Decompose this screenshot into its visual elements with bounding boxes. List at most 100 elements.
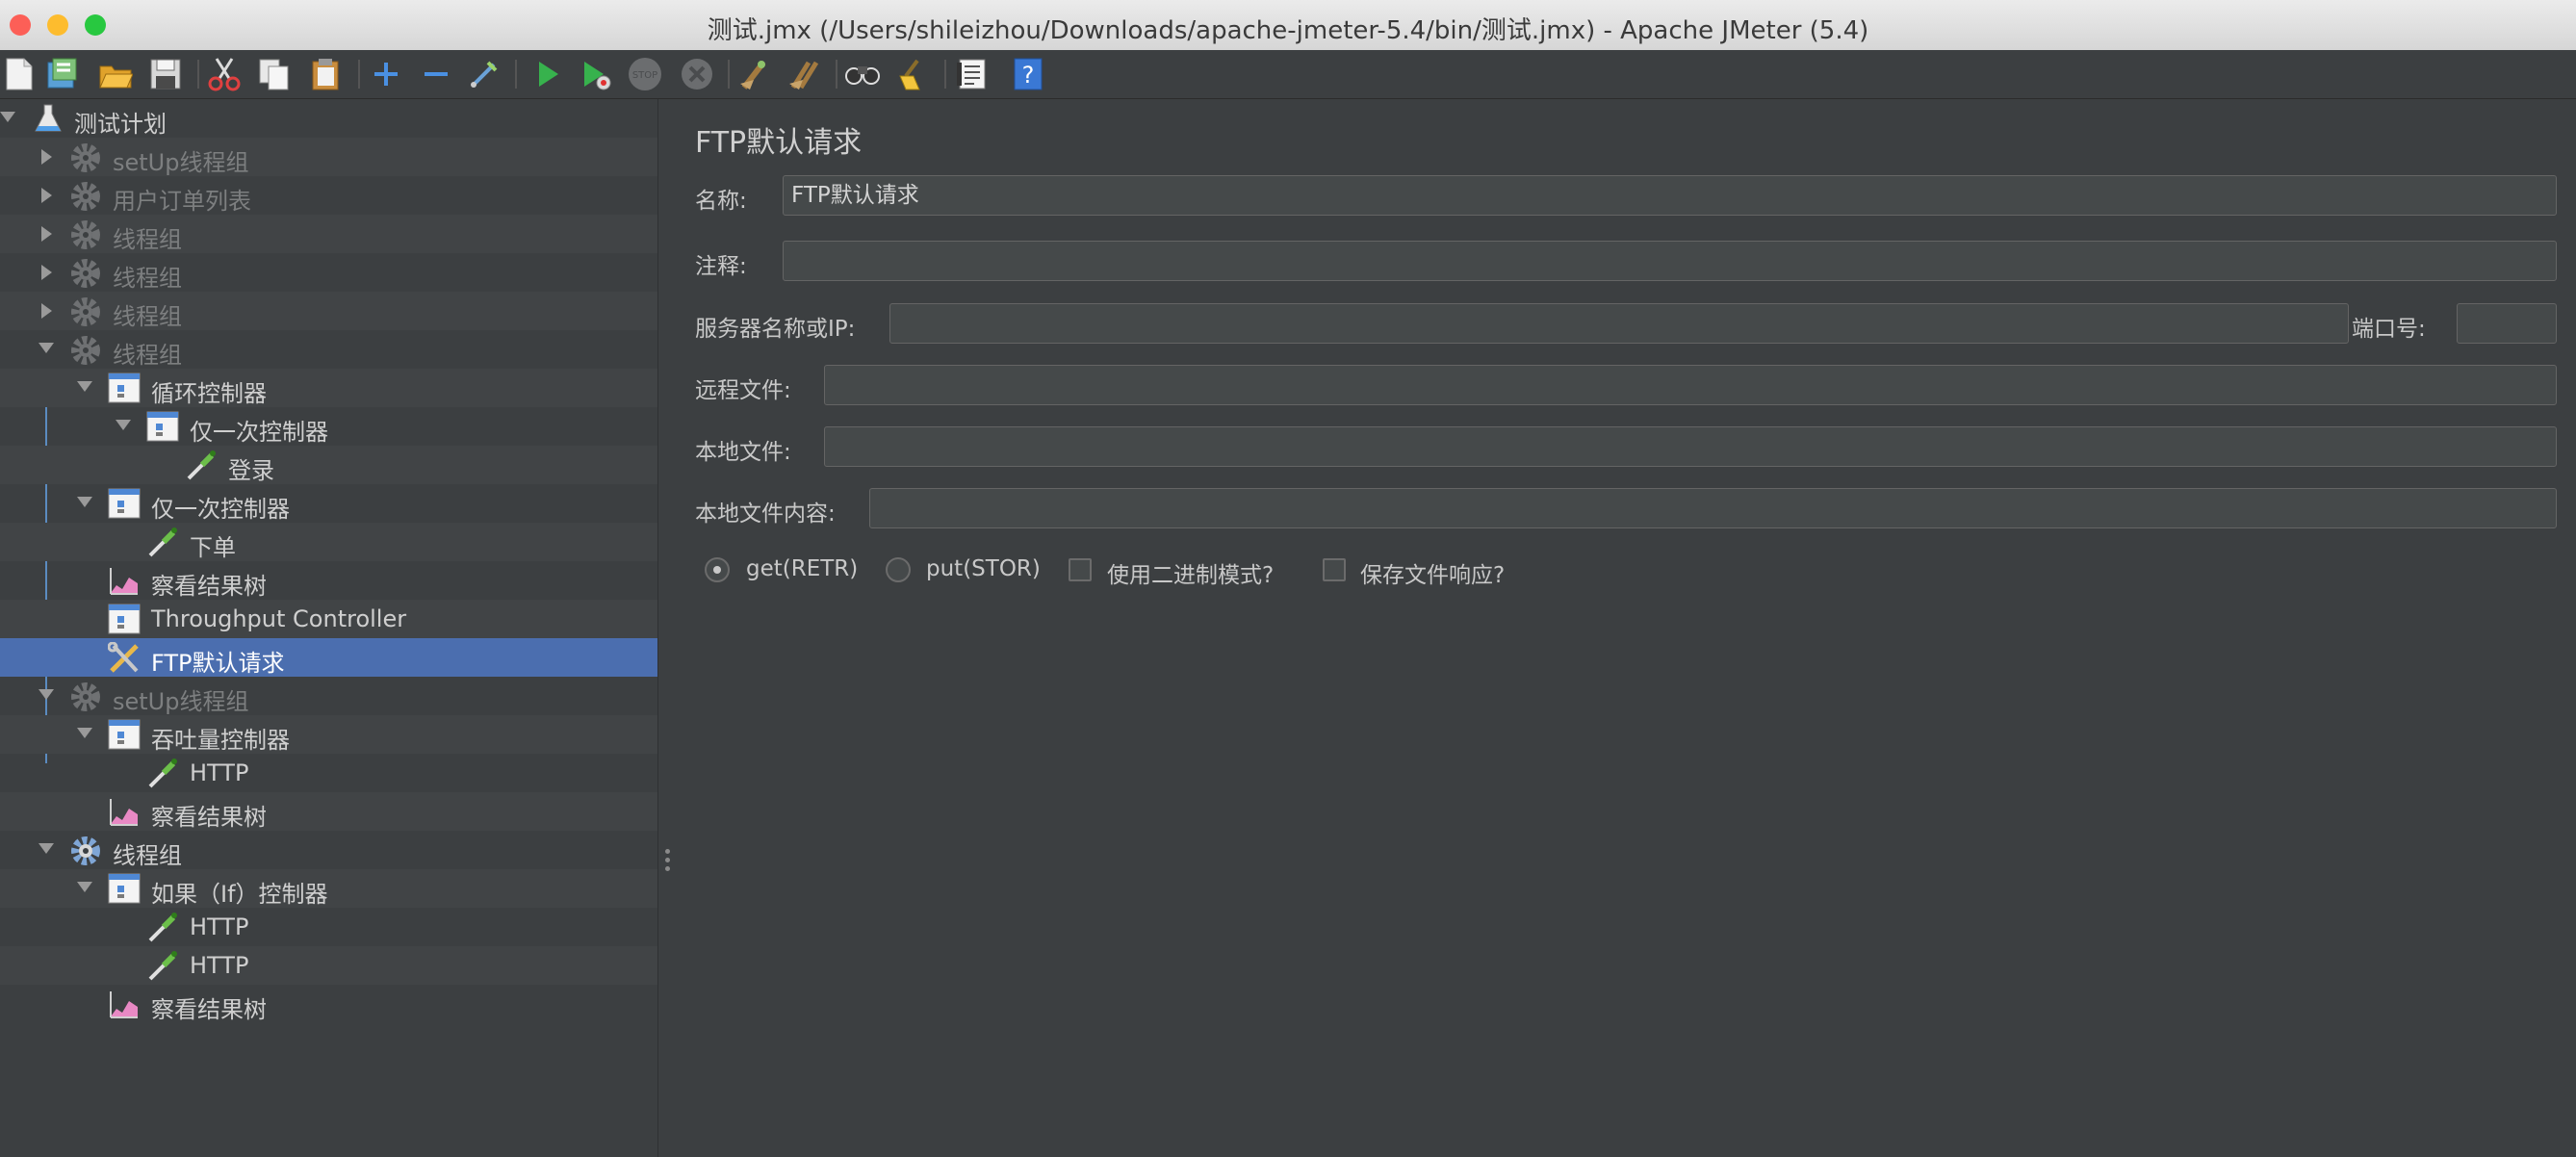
binary-mode-label: 使用二进制模式? <box>1107 563 1275 588</box>
tree-item-label: HTTP <box>190 759 249 786</box>
tree-row-sampler[interactable]: 下单 <box>0 523 657 561</box>
clear-all-icon[interactable] <box>786 56 823 92</box>
remote-file-field[interactable] <box>824 365 2557 405</box>
port-label: 端口号: <box>2352 317 2426 342</box>
stop-icon[interactable]: STOP <box>627 56 663 92</box>
put-stor-radio[interactable] <box>886 557 911 582</box>
tree-row-thread-group[interactable]: 用户订单列表 <box>0 176 657 215</box>
tree-row-test-plan[interactable]: 测试计划 <box>0 99 657 138</box>
tree-item-label: 循环控制器 <box>151 380 267 407</box>
tree-row-thread-group[interactable]: setUp线程组 <box>0 138 657 176</box>
collapsed-arrow-icon[interactable] <box>41 149 52 165</box>
tree-item-label: 察看结果树 <box>151 996 267 1023</box>
controller-icon <box>108 604 141 634</box>
tree-row-if-controller[interactable]: 如果（If）控制器 <box>0 869 657 908</box>
collapse-icon[interactable] <box>418 56 454 92</box>
collapsed-arrow-icon[interactable] <box>41 265 52 280</box>
gear-icon <box>69 180 102 211</box>
tree-item-label: 如果（If）控制器 <box>151 881 328 908</box>
tree-item-label: 线程组 <box>113 342 182 369</box>
name-field[interactable]: FTP默认请求 <box>783 175 2557 216</box>
save-icon[interactable] <box>147 56 184 92</box>
expand-icon[interactable] <box>368 56 404 92</box>
tree-item-label: setUp线程组 <box>113 149 249 176</box>
controller-icon <box>108 488 141 519</box>
tree-row-sampler[interactable]: HTTP <box>0 908 657 946</box>
tree-item-label: 登录 <box>228 457 274 484</box>
cut-icon[interactable] <box>206 56 243 92</box>
local-file-content-label: 本地文件内容: <box>695 501 836 527</box>
gear-icon <box>69 219 102 249</box>
reset-search-icon[interactable] <box>895 56 932 92</box>
collapsed-arrow-icon[interactable] <box>41 303 52 319</box>
collapsed-arrow-icon[interactable] <box>41 188 52 203</box>
tree-row-sampler[interactable]: 登录 <box>0 446 657 484</box>
expand-arrow-icon[interactable] <box>0 112 15 122</box>
shutdown-icon[interactable] <box>679 56 715 92</box>
split-pane-divider[interactable] <box>657 99 677 1157</box>
server-label: 服务器名称或IP: <box>695 317 856 342</box>
tree-row-listener[interactable]: 察看结果树 <box>0 985 657 1023</box>
tree-row-sampler[interactable]: HTTP <box>0 754 657 792</box>
tree-row-throughput-controller[interactable]: 吞吐量控制器 <box>0 715 657 754</box>
expand-arrow-icon[interactable] <box>116 420 131 430</box>
search-icon[interactable] <box>844 56 881 92</box>
tree-row-thread-group[interactable]: 线程组 <box>0 292 657 330</box>
window-title-bar: 测试.jmx (/Users/shileizhou/Downloads/apac… <box>0 0 2576 51</box>
tree-row-once-only-controller[interactable]: 仅一次控制器 <box>0 484 657 523</box>
local-file-field[interactable] <box>824 426 2557 467</box>
controller-icon <box>108 719 141 750</box>
get-retr-radio[interactable] <box>705 557 730 582</box>
gear-icon <box>69 257 102 288</box>
start-icon[interactable] <box>529 56 566 92</box>
expand-arrow-icon[interactable] <box>77 497 92 507</box>
clear-icon[interactable] <box>735 56 772 92</box>
comment-field[interactable] <box>783 241 2557 281</box>
toggle-icon[interactable] <box>466 56 502 92</box>
svg-text:STOP: STOP <box>632 70 657 81</box>
gear-icon <box>69 681 102 711</box>
tree-row-sampler[interactable]: HTTP <box>0 946 657 985</box>
paste-icon[interactable] <box>308 56 345 92</box>
tree-item-label: 察看结果树 <box>151 804 267 831</box>
save-response-checkbox[interactable] <box>1323 558 1346 581</box>
expand-arrow-icon[interactable] <box>39 843 54 854</box>
open-icon[interactable] <box>97 56 134 92</box>
tree-row-thread-group[interactable]: 线程组 <box>0 215 657 253</box>
expand-arrow-icon[interactable] <box>77 882 92 892</box>
tree-item-label: 线程组 <box>113 226 182 253</box>
gear-icon <box>69 141 102 172</box>
tree-row-thread-group[interactable]: setUp线程组 <box>0 677 657 715</box>
tree-row-thread-group[interactable]: 线程组 <box>0 330 657 369</box>
copy-icon[interactable] <box>256 56 293 92</box>
tree-row-thread-group[interactable]: 线程组 <box>0 253 657 292</box>
config-tools-icon <box>107 641 141 673</box>
function-helper-icon[interactable] <box>954 56 991 92</box>
tree-item-label: FTP默认请求 <box>151 650 285 677</box>
expand-arrow-icon[interactable] <box>39 343 54 353</box>
tree-row-listener[interactable]: 察看结果树 <box>0 792 657 831</box>
tree-row-thread-group[interactable]: 线程组 <box>0 831 657 869</box>
tree-row-throughput-controller[interactable]: Throughput Controller <box>0 600 657 638</box>
templates-icon[interactable] <box>44 56 81 92</box>
tree-row-ftp-defaults[interactable]: FTP默认请求 <box>0 638 657 677</box>
tree-item-label: 仅一次控制器 <box>190 419 328 446</box>
tree-row-loop-controller[interactable]: 循环控制器 <box>0 369 657 407</box>
controller-icon <box>146 411 179 442</box>
port-field[interactable] <box>2457 303 2557 344</box>
expand-arrow-icon[interactable] <box>77 381 92 392</box>
binary-mode-checkbox[interactable] <box>1069 558 1092 581</box>
tree-row-once-only-controller[interactable]: 仅一次控制器 <box>0 407 657 446</box>
expand-arrow-icon[interactable] <box>77 728 92 738</box>
help-icon[interactable]: ? <box>1010 56 1046 92</box>
expand-arrow-icon[interactable] <box>39 689 54 700</box>
collapsed-arrow-icon[interactable] <box>41 226 52 242</box>
ftp-defaults-panel: FTP默认请求 名称: FTP默认请求 注释: 服务器名称或IP: 端口号: 远… <box>676 99 2576 1157</box>
tree-item-label: 仅一次控制器 <box>151 496 290 523</box>
local-file-content-field[interactable] <box>869 488 2557 528</box>
server-field[interactable] <box>889 303 2349 344</box>
start-no-pause-icon[interactable] <box>578 56 614 92</box>
new-icon[interactable] <box>0 56 37 92</box>
name-label: 名称: <box>695 189 747 214</box>
tree-row-listener[interactable]: 察看结果树 <box>0 561 657 600</box>
